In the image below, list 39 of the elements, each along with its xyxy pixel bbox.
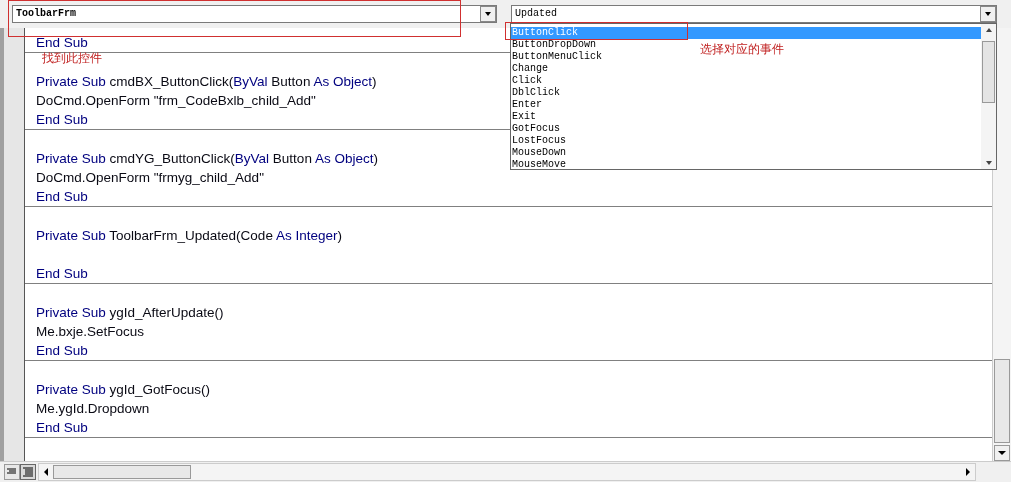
- code-line: Private Sub cmdBX_ButtonClick(ByVal Button As Object): [36, 72, 377, 91]
- code-line: End Sub: [36, 187, 88, 206]
- horizontal-scrollbar[interactable]: [38, 463, 976, 481]
- code-line: Me.ygId.Dropdown: [36, 399, 150, 418]
- event-list-item[interactable]: Click: [511, 75, 542, 87]
- event-list-item[interactable]: MouseMove: [511, 159, 566, 171]
- vertical-scrollbar[interactable]: [992, 27, 1011, 462]
- event-list-item[interactable]: DblClick: [511, 87, 560, 99]
- code-line: DoCmd.OpenForm "frm_CodeBxlb_child_Add": [36, 91, 316, 110]
- code-line: Private Sub ygId_GotFocus(): [36, 380, 211, 399]
- event-list-item[interactable]: GotFocus: [511, 123, 560, 135]
- code-line: Private Sub ToolbarFrm_Updated(Code As Integer): [36, 226, 342, 245]
- list-scrollbar[interactable]: [981, 24, 996, 169]
- code-line: End Sub: [36, 264, 88, 283]
- code-line: End Sub: [36, 418, 88, 437]
- event-list-item[interactable]: Change: [511, 63, 548, 75]
- full-module-view-icon[interactable]: [20, 464, 36, 480]
- scrollbar-thumb[interactable]: [53, 465, 191, 479]
- event-dropdown[interactable]: Updated: [511, 4, 997, 23]
- scrollbar-thumb[interactable]: [982, 40, 995, 103]
- event-list-item[interactable]: MouseDown: [511, 147, 566, 159]
- code-line: End Sub: [36, 33, 88, 52]
- scrollbar-thumb[interactable]: [994, 359, 1010, 444]
- event-list-item[interactable]: ButtonDropDown: [511, 39, 596, 51]
- event-list-item[interactable]: Enter: [511, 99, 542, 111]
- event-list-item[interactable]: ButtonMenuClick: [511, 51, 602, 63]
- code-line: Me.bxje.SetFocus: [36, 322, 145, 341]
- event-list-item[interactable]: LostFocus: [511, 135, 566, 147]
- event-list-item[interactable]: Exit: [511, 111, 536, 123]
- code-line: Private Sub cmdYG_ButtonClick(ByVal Button As Object): [36, 149, 378, 168]
- code-line: DoCmd.OpenForm "frmyg_child_Add": [36, 168, 264, 187]
- procedure-view-icon[interactable]: [4, 464, 20, 480]
- code-line: End Sub: [36, 341, 88, 360]
- code-line: End Sub: [36, 110, 88, 129]
- scroll-down-icon[interactable]: [994, 445, 1010, 462]
- annotation: 选择对应的事件: [700, 41, 784, 58]
- object-dropdown[interactable]: ToolbarFrm: [12, 4, 497, 23]
- annotation: 找到此控件: [42, 50, 102, 67]
- code-line: Private Sub ygId_AfterUpdate(): [36, 303, 224, 322]
